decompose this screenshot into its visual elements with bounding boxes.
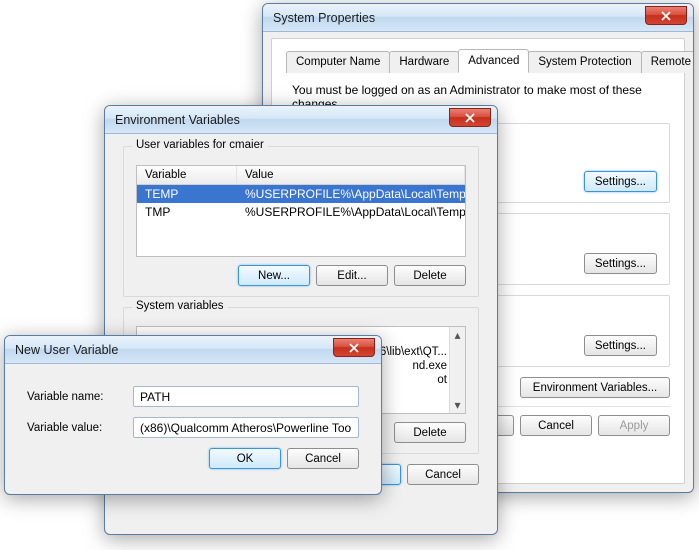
system-vars-title: System variables	[132, 300, 228, 312]
perf-settings-button[interactable]: Settings...	[584, 171, 657, 192]
close-icon[interactable]	[645, 6, 687, 25]
col-variable[interactable]: Variable	[137, 166, 237, 184]
envvars-cancel-button[interactable]: Cancel	[407, 464, 479, 485]
tab-advanced[interactable]: Advanced	[458, 49, 529, 73]
user-vars-title: User variables for cmaier	[132, 139, 268, 151]
newvar-ok-button[interactable]: OK	[209, 448, 281, 469]
chevron-up-icon[interactable]: ▴	[450, 327, 465, 343]
tab-remote[interactable]: Remote	[641, 51, 694, 73]
user-edit-button[interactable]: Edit...	[316, 265, 388, 286]
table-row[interactable]: TEMP %USERPROFILE%\AppData\Local\Temp	[137, 185, 465, 203]
environment-variables-button[interactable]: Environment Variables...	[520, 377, 670, 398]
tab-system-protection[interactable]: System Protection	[528, 51, 641, 73]
variable-value-input[interactable]	[133, 417, 359, 438]
table-row[interactable]: TMP %USERPROFILE%\AppData\Local\Temp	[137, 203, 465, 221]
sysprops-cancel-button[interactable]: Cancel	[520, 415, 592, 436]
newvar-title: New User Variable	[15, 343, 118, 357]
user-delete-button[interactable]: Delete	[394, 265, 466, 286]
close-icon[interactable]	[333, 338, 375, 357]
userprofiles-settings-button[interactable]: Settings...	[584, 253, 657, 274]
tab-computer-name[interactable]: Computer Name	[286, 51, 390, 73]
variable-value-label: Variable value:	[27, 422, 123, 434]
sysprops-title: System Properties	[273, 11, 375, 25]
variable-name-label: Variable name:	[27, 391, 123, 403]
user-vars-listview[interactable]: Variable Value TEMP %USERPROFILE%\AppDat…	[136, 165, 466, 257]
user-new-button[interactable]: New...	[238, 265, 310, 286]
system-delete-button[interactable]: Delete	[394, 422, 466, 443]
close-icon[interactable]	[449, 108, 491, 127]
startup-settings-button[interactable]: Settings...	[584, 335, 657, 356]
sysprops-apply-button[interactable]: Apply	[598, 415, 670, 436]
new-user-variable-window: New User Variable Variable name: Variabl…	[4, 335, 382, 495]
newvar-cancel-button[interactable]: Cancel	[287, 448, 359, 469]
envvars-title: Environment Variables	[115, 113, 240, 127]
variable-name-input[interactable]	[133, 386, 359, 407]
newvar-titlebar[interactable]: New User Variable	[5, 336, 381, 364]
envvars-titlebar[interactable]: Environment Variables	[105, 106, 497, 134]
sysprops-tabstrip: Computer Name Hardware Advanced System P…	[286, 49, 670, 73]
chevron-down-icon[interactable]: ▾	[450, 397, 465, 413]
user-vars-header[interactable]: Variable Value	[137, 166, 465, 185]
user-vars-group: User variables for cmaier Variable Value…	[123, 146, 479, 297]
sysprops-titlebar[interactable]: System Properties	[263, 4, 693, 32]
scrollbar[interactable]: ▴ ▾	[449, 327, 465, 413]
tab-hardware[interactable]: Hardware	[389, 51, 459, 73]
col-value[interactable]: Value	[237, 166, 465, 184]
